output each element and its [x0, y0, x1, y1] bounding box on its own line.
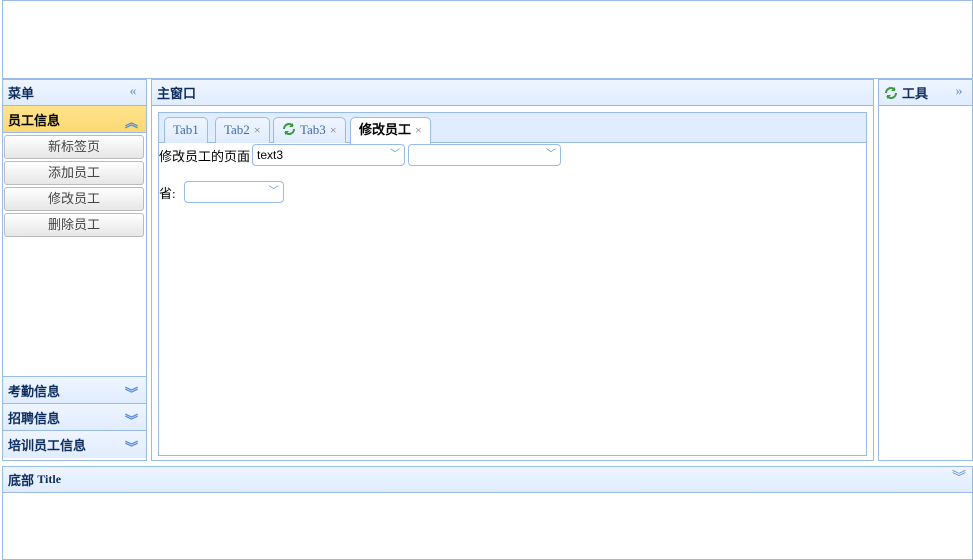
double-chevron-down-icon[interactable]: ︾: [125, 437, 138, 456]
accordion-recruitment-info[interactable]: 招聘信息 ︾: [3, 404, 146, 431]
accordion-training-label: 培训员工信息: [8, 438, 87, 453]
refresh-icon: [884, 86, 900, 100]
tab-tab1[interactable]: Tab1: [164, 117, 208, 143]
accordion-attendance-info[interactable]: 考勤信息 ︾: [3, 377, 146, 404]
accordion-employee-info-label: 员工信息: [8, 112, 61, 128]
chevron-down-icon[interactable]: ﹀: [542, 145, 560, 165]
chevron-down-icon[interactable]: ﹀: [265, 182, 283, 202]
double-chevron-right-icon[interactable]: »: [952, 85, 966, 99]
tabs-header: Tab1 Tab2 × Tab3 × 修改员工 ×: [159, 113, 866, 144]
tab-label: Tab3: [300, 122, 326, 137]
west-panel-title: 菜单: [8, 86, 35, 101]
tab-label: 修改员工: [359, 122, 412, 137]
combo-select-1[interactable]: text3 ﹀: [252, 144, 406, 166]
tab-label: Tab1: [173, 122, 199, 137]
close-icon[interactable]: ×: [415, 123, 422, 137]
accordion-attendance-label: 考勤信息: [8, 383, 61, 399]
province-row: 省: ﹀: [159, 181, 284, 203]
tabs-container: Tab1 Tab2 × Tab3 × 修改员工 × 修改员工的页面 text3 ﹀: [158, 112, 867, 456]
close-icon[interactable]: ×: [330, 123, 337, 137]
south-panel-title-en: Title: [37, 472, 62, 486]
double-chevron-down-icon[interactable]: ︾: [125, 410, 138, 429]
menu-button-edit-employee[interactable]: 修改员工: [4, 187, 144, 211]
double-chevron-up-icon[interactable]: ︽: [125, 112, 138, 131]
east-panel-title: 工具: [902, 86, 929, 101]
province-select[interactable]: ﹀: [183, 181, 284, 203]
employee-info-menu: 新标签页 添加员工 修改员工 删除员工: [3, 133, 146, 377]
close-icon[interactable]: ×: [254, 123, 261, 137]
combo-select-1-value: text3: [257, 148, 284, 162]
accordion-employee-info[interactable]: 员工信息 ︽: [3, 106, 146, 133]
chevron-down-icon[interactable]: ﹀: [386, 145, 404, 165]
south-panel-title-cn: 底部: [8, 473, 35, 488]
edit-employee-row: 修改员工的页面 text3 ﹀ ﹀: [159, 144, 562, 166]
province-label: 省:: [159, 185, 176, 201]
menu-button-new-tab[interactable]: 新标签页: [4, 135, 144, 159]
tab-tab2[interactable]: Tab2 ×: [215, 117, 270, 143]
accordion-recruitment-label: 招聘信息: [8, 410, 61, 426]
north-region: [2, 0, 973, 79]
page-label: 修改员工的页面: [159, 148, 251, 164]
menu-button-add-employee[interactable]: 添加员工: [4, 161, 144, 185]
east-panel-header: 工具 »: [879, 80, 972, 106]
center-panel-title: 主窗口: [157, 86, 197, 101]
south-panel-header: 底部 Title ︾: [3, 467, 972, 493]
tab-label: Tab2: [224, 122, 250, 137]
double-chevron-left-icon[interactable]: «: [126, 85, 140, 99]
center-panel-header: 主窗口: [152, 80, 873, 106]
refresh-icon: [282, 120, 296, 135]
east-tools-panel: 工具 »: [878, 79, 973, 461]
menu-button-delete-employee[interactable]: 删除员工: [4, 213, 144, 237]
double-chevron-down-icon[interactable]: ︾: [125, 383, 138, 402]
tab-content: 修改员工的页面 text3 ﹀ ﹀ 省: ﹀: [159, 143, 866, 203]
tab-tab3[interactable]: Tab3 ×: [273, 117, 346, 143]
accordion-training-info[interactable]: 培训员工信息 ︾: [3, 431, 146, 458]
south-panel: 底部 Title ︾: [2, 466, 973, 560]
west-menu-panel: 菜单 « 员工信息 ︽ 新标签页 添加员工 修改员工 删除员工 考勤信息 ︾ 招…: [2, 79, 147, 461]
center-main-panel: 主窗口 Tab1 Tab2× Tab3× 修改员工× 修改员工的页面 te: [151, 79, 874, 461]
double-chevron-down-icon[interactable]: ︾: [952, 472, 966, 486]
west-panel-header: 菜单 «: [3, 80, 146, 106]
tab-edit-employee[interactable]: 修改员工 ×: [350, 117, 431, 144]
combo-select-2[interactable]: ﹀: [408, 144, 562, 166]
